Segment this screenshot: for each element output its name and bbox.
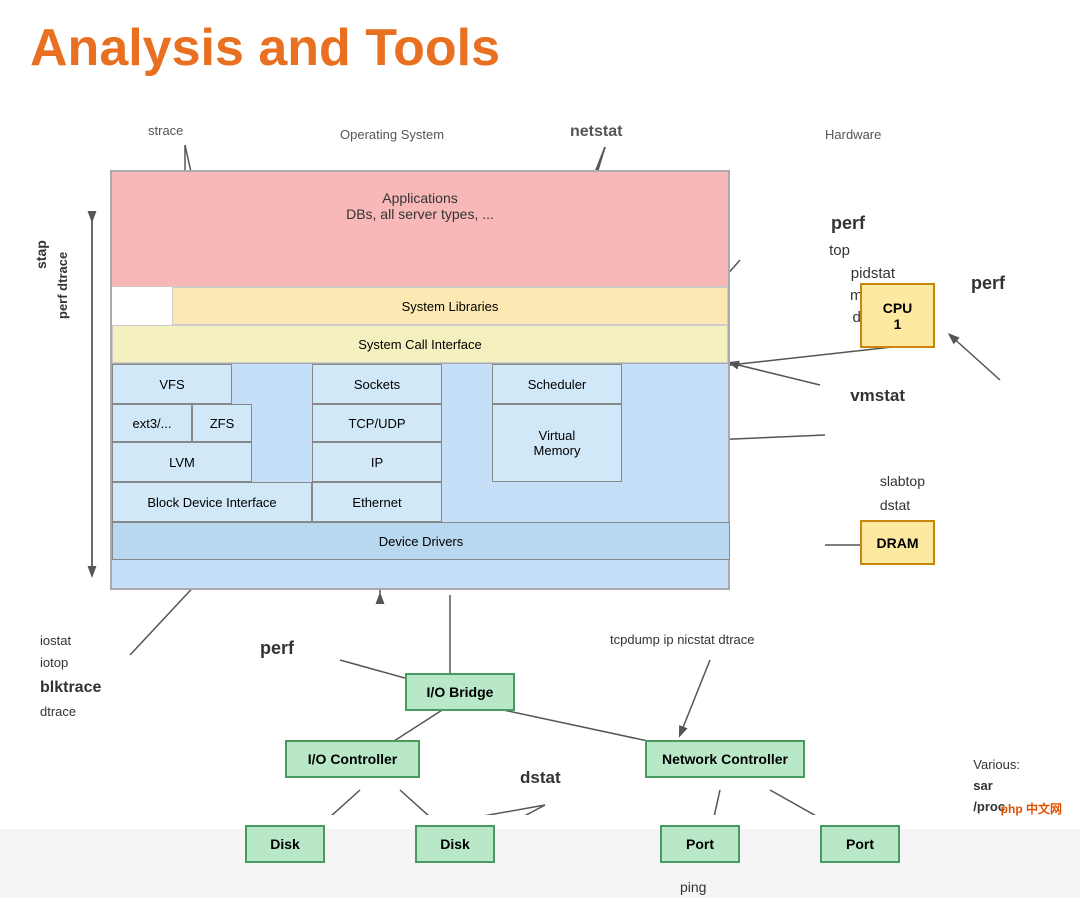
- port2-box: Port: [820, 825, 900, 863]
- cpu-box: CPU 1: [860, 283, 935, 348]
- ping-label: ping: [680, 877, 706, 898]
- io-controller-box: I/O Controller: [285, 740, 420, 778]
- applications-layer: Applications DBs, all server types, ...: [112, 172, 728, 287]
- disk2-box: Disk: [415, 825, 495, 863]
- system-call-interface-layer: System Call Interface: [112, 325, 728, 363]
- perf-dtrace-label: perf dtrace: [55, 195, 70, 375]
- diagram: strace Operating System netstat Hardware…: [30, 115, 1050, 815]
- perf-top-label: perf: [831, 210, 865, 237]
- page-title: Analysis and Tools: [0, 0, 1080, 88]
- ethernet-cell: Ethernet: [312, 482, 442, 522]
- ext3-cell: ext3/...: [112, 404, 192, 442]
- zfs-cell: ZFS: [192, 404, 252, 442]
- vfs-cell: VFS: [112, 364, 232, 404]
- netstat-label: netstat: [570, 123, 622, 141]
- dram-box: DRAM: [860, 520, 935, 565]
- perf-right-label: perf: [971, 270, 1005, 297]
- top-label: top: [829, 240, 850, 263]
- tcp-udp-cell: TCP/UDP: [312, 404, 442, 442]
- lvm-cell: LVM: [112, 442, 252, 482]
- stap-label: stap: [33, 195, 49, 315]
- port1-box: Port: [660, 825, 740, 863]
- watermark: php 中文网: [1001, 800, 1062, 817]
- hardware-label: Hardware: [825, 127, 881, 142]
- ip-cell: IP: [312, 442, 442, 482]
- applications-text: Applications DBs, all server types, ...: [112, 172, 728, 222]
- os-box: Applications DBs, all server types, ... …: [110, 170, 730, 590]
- page: Analysis and Tools: [0, 0, 1080, 829]
- tcpdump-label: tcpdump ip nicstat dtrace: [610, 630, 755, 650]
- device-drivers-cell: Device Drivers: [112, 522, 730, 560]
- iostat-group: iostat iotop blktrace dtrace: [40, 630, 101, 723]
- virtual-memory-cell: Virtual Memory: [492, 404, 622, 482]
- perf-bottom-label: perf: [260, 635, 294, 662]
- disk1-box: Disk: [245, 825, 325, 863]
- io-bridge-box: I/O Bridge: [405, 673, 515, 711]
- sockets-cell: Sockets: [312, 364, 442, 404]
- os-label: Operating System: [340, 127, 444, 142]
- vmstat-label: vmstat: [850, 383, 905, 409]
- dstat-bottom-label: dstat: [520, 765, 561, 791]
- system-libraries-layer: System Libraries: [172, 287, 728, 325]
- network-controller-box: Network Controller: [645, 740, 805, 778]
- block-device-cell: Block Device Interface: [112, 482, 312, 522]
- scheduler-cell: Scheduler: [492, 364, 622, 404]
- strace-label: strace: [148, 123, 183, 138]
- kernel-layer: VFS ext3/... ZFS Sockets Scheduler: [112, 363, 728, 588]
